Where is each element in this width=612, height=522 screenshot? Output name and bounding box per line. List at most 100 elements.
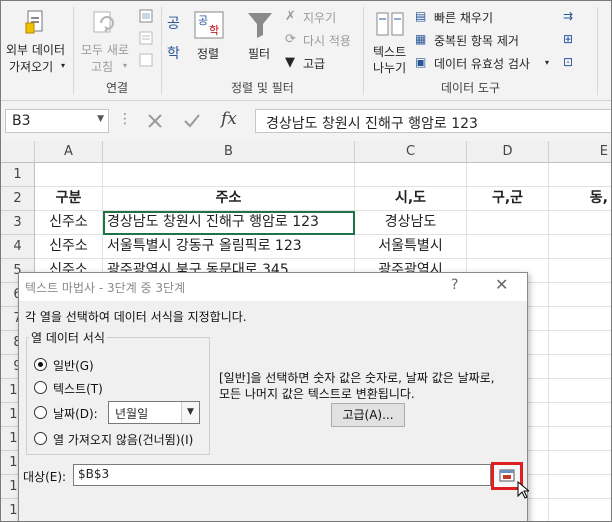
group-label-sort-filter: 정렬 및 필터 [231, 81, 294, 95]
cell[interactable] [549, 235, 611, 259]
connections-icon[interactable] [139, 9, 153, 23]
radio-button[interactable] [34, 381, 47, 394]
radio-text-label[interactable]: 텍스트(T) [53, 380, 103, 397]
header-cell-c[interactable]: 시,도 [355, 187, 467, 211]
dialog-title: 텍스트 마법사 - 3단계 중 3단계 [25, 281, 186, 295]
filter-label: 필터 [248, 47, 271, 61]
get-data-icon [25, 10, 43, 34]
header-cell-a[interactable]: 구분 [35, 187, 103, 211]
cell-a4[interactable]: 신주소 [35, 235, 103, 259]
cell[interactable] [549, 451, 611, 475]
chevron-down-icon: ▾ [545, 58, 550, 67]
cell[interactable] [528, 307, 549, 331]
cell[interactable] [549, 163, 611, 187]
cell[interactable] [528, 355, 549, 379]
sort-label: 정렬 [197, 47, 220, 61]
cell[interactable] [549, 307, 611, 331]
cell-b4[interactable]: 서울특별시 강동구 올림픽로 123 [103, 235, 355, 259]
cell[interactable] [549, 499, 611, 521]
header-cell-d[interactable]: 구,군 [467, 187, 549, 211]
chevron-down-icon: ▾ [123, 61, 128, 70]
column-header-e[interactable]: E [549, 141, 611, 163]
cell-c4[interactable]: 서울특별시 [355, 235, 467, 259]
close-icon[interactable]: ✕ [495, 275, 508, 294]
date-format-select[interactable]: 년월일 ▼ [108, 401, 200, 424]
clear-label: 지우기 [303, 11, 337, 25]
column-header-d[interactable]: D [467, 141, 549, 163]
row-header[interactable]: 3 [1, 211, 35, 235]
cell[interactable] [549, 403, 611, 427]
cell[interactable] [355, 163, 467, 187]
radio-skip-label[interactable]: 열 가져오지 않음(건너뜀)(I) [53, 431, 193, 448]
cell[interactable] [549, 379, 611, 403]
refresh-label-2: 고침 [91, 60, 114, 74]
data-validation-icon: ▣ [415, 55, 427, 69]
cell[interactable] [467, 163, 549, 187]
cell-b3-selected[interactable]: 경상남도 창원시 진해구 행암로 123 [103, 211, 355, 235]
cell[interactable] [549, 355, 611, 379]
column-header-a[interactable]: A [35, 141, 103, 163]
consolidate-icon[interactable]: ⇉ [563, 9, 573, 23]
what-if-icon[interactable]: ⊞ [563, 32, 573, 46]
row-header[interactable]: 4 [1, 235, 35, 259]
cell[interactable] [528, 427, 549, 451]
radio-general-label[interactable]: 일반(G) [53, 357, 94, 374]
formula-input[interactable]: 경상남도 창원시 진해구 행암로 123 [255, 109, 611, 133]
radio-button-selected[interactable] [34, 358, 47, 371]
properties-icon[interactable] [139, 31, 153, 45]
radio-date-label[interactable]: 날짜(D): [53, 405, 98, 422]
more-options-icon[interactable]: ⋮ [118, 111, 132, 127]
chevron-down-icon[interactable]: ▼ [97, 114, 104, 124]
cell[interactable] [528, 499, 549, 521]
chevron-down-icon[interactable]: ▼ [181, 402, 199, 423]
cell[interactable] [528, 475, 549, 499]
text-to-columns-label-2: 나누기 [373, 61, 407, 75]
cell[interactable] [549, 331, 611, 355]
cell[interactable] [549, 283, 611, 307]
row-header[interactable]: 2 [1, 187, 35, 211]
text-to-columns-icon [376, 12, 404, 36]
date-format-value: 년월일 [115, 407, 149, 421]
flash-fill-label: 빠른 채우기 [434, 11, 494, 25]
cancel-icon[interactable] [147, 113, 163, 129]
relationships-icon[interactable]: ⊡ [563, 55, 573, 69]
cell[interactable] [467, 211, 549, 235]
dialog-title-bar[interactable]: 텍스트 마법사 - 3단계 중 3단계 ? ✕ [19, 273, 527, 301]
cell[interactable] [528, 451, 549, 475]
insert-function-icon[interactable]: fx [221, 109, 237, 129]
edit-links-icon[interactable] [139, 53, 153, 67]
chevron-down-icon: ▾ [61, 61, 66, 70]
enter-icon[interactable] [183, 113, 201, 129]
sort-dialog-icon: 공 학 [194, 11, 224, 39]
cell[interactable] [528, 403, 549, 427]
column-header-c[interactable]: C [355, 141, 467, 163]
cell[interactable] [528, 379, 549, 403]
cell[interactable] [549, 211, 611, 235]
cell[interactable] [549, 475, 611, 499]
help-icon[interactable]: ? [451, 277, 458, 293]
destination-input[interactable]: $B$3 [73, 464, 491, 486]
select-all-corner[interactable] [1, 141, 35, 163]
cell[interactable] [35, 163, 103, 187]
advanced-button[interactable]: 고급(A)... [331, 403, 405, 427]
row-header[interactable]: 1 [1, 163, 35, 187]
radio-button[interactable] [34, 432, 47, 445]
text-to-columns-label-1: 텍스트 [373, 45, 407, 59]
radio-button[interactable] [34, 406, 47, 419]
flash-fill-icon: ▤ [415, 9, 427, 23]
cell-c3[interactable]: 경상남도 [355, 211, 467, 235]
format-description: [일반]을 선택하면 숫자 값은 숫자로, 날짜 값은 날짜로, 모든 나머지 … [219, 370, 519, 402]
mouse-cursor-icon [517, 481, 529, 499]
cell[interactable] [103, 163, 355, 187]
header-cell-e[interactable]: 동, [549, 187, 611, 211]
name-box[interactable]: B3 ▼ [5, 109, 109, 133]
cell[interactable] [528, 331, 549, 355]
cell-a3[interactable]: 신주소 [35, 211, 103, 235]
cell[interactable] [528, 283, 549, 307]
header-cell-b[interactable]: 주소 [103, 187, 355, 211]
cell[interactable] [549, 259, 611, 283]
cell[interactable] [467, 235, 549, 259]
cell[interactable] [549, 427, 611, 451]
svg-text:학: 학 [209, 24, 219, 37]
column-header-b[interactable]: B [103, 141, 355, 163]
